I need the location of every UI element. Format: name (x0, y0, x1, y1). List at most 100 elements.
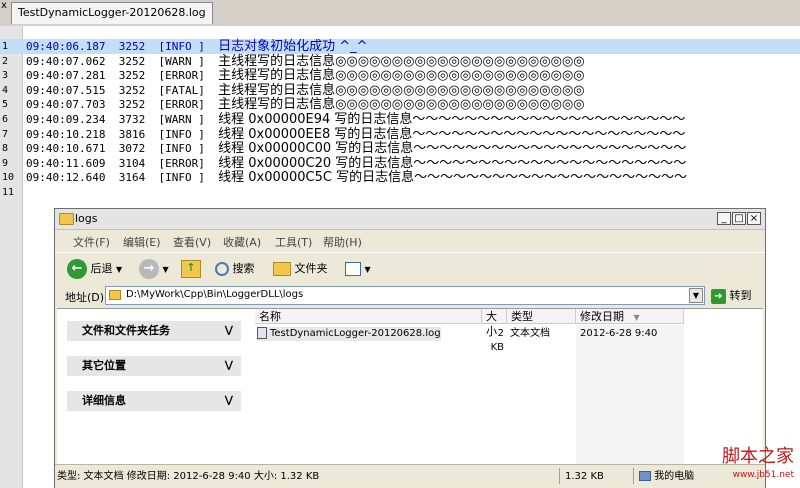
log-level: [ERROR] (158, 69, 205, 83)
address-label: 地址(D) (65, 291, 105, 304)
close-button[interactable]: × (747, 212, 761, 225)
log-level: [FATAL] (158, 83, 205, 97)
menu-view[interactable]: 查看(V) (173, 234, 211, 250)
go-button[interactable]: ➜ 转到 (711, 286, 752, 305)
close-tab-icon[interactable]: x (1, 1, 7, 11)
back-arrow-icon: ← (67, 259, 87, 279)
search-icon (215, 262, 229, 276)
log-text: 09:40:07.062 3252 [WARN ] 主线程写的日志信息◎◎◎◎◎… (26, 54, 585, 69)
explorer-titlebar[interactable]: logs _ □ × (55, 209, 765, 230)
editor-tab-bar: x TestDynamicLogger-20120628.log (0, 0, 800, 27)
task-pane: 文件和文件夹任务 ⋁ 其它位置 ⋁ 详细信息 ⋁ (57, 309, 250, 465)
line-number: 5 (2, 99, 9, 111)
panel-details[interactable]: 详细信息 ⋁ (67, 391, 241, 411)
explorer-window: logs _ □ × 文件(F) 编辑(E) 查看(V) 收藏(A) 工具(T)… (54, 208, 766, 488)
log-msg: 线程 0x00000E94 写的日志信息～～～～～～～～～～～～～～～～～～～～… (218, 112, 686, 127)
log-msg: 主线程写的日志信息◎◎◎◎◎◎◎◎◎◎◎◎◎◎◎◎◎◎◎◎◎◎ (218, 68, 585, 84)
log-line[interactable]: 5 09:40:07.703 3252 [ERROR] 主线程写的日志信息◎◎◎◎… (0, 97, 800, 112)
log-time: 09:40:11.609 (26, 156, 106, 170)
log-tid: 3164 (118, 171, 146, 185)
column-name[interactable]: 名称 (255, 309, 482, 324)
line-number: 3 (2, 70, 9, 82)
log-msg: 线程 0x00000C00 写的日志信息～～～～～～～～～～～～～～～～～～～～… (218, 141, 687, 157)
status-details: 类型: 文本文档 修改日期: 2012-6-28 9:40 大小: 1.32 K… (57, 471, 320, 482)
search-button[interactable]: 搜索 (215, 257, 255, 281)
menu-edit[interactable]: 编辑(E) (123, 234, 161, 250)
maximize-button[interactable]: □ (732, 212, 746, 225)
views-button[interactable]: ▼ (345, 257, 371, 281)
line-number: 11 (2, 187, 15, 198)
log-line-current[interactable]: 1 09:40:06.187 3252 [INFO ] 日志对象初始化成功 ^_^ (0, 39, 800, 54)
line-number: 4 (2, 84, 9, 96)
line-number: 2 (2, 55, 9, 67)
log-line[interactable]: 11 (0, 185, 800, 200)
minimize-button[interactable]: _ (717, 212, 731, 225)
log-line[interactable]: 9 09:40:11.609 3104 [ERROR] 线程 0x00000C20… (0, 156, 800, 171)
log-level: [INFO ] (158, 142, 205, 156)
file-list: 名称 大小 类型 修改日期 ▼ TestDynamicLogger-201206… (250, 309, 763, 465)
log-level: [INFO ] (158, 40, 205, 53)
log-line[interactable]: 7 09:40:10.218 3816 [INFO ] 线程 0x00000EE8… (0, 127, 800, 142)
status-location: 我的电脑 (639, 469, 694, 484)
collapse-chevron-icon[interactable]: ⋁ (225, 356, 233, 376)
log-level: [WARN ] (158, 113, 205, 126)
log-text: 09:40:07.515 3252 [FATAL] 主线程写的日志信息◎◎◎◎◎… (26, 83, 585, 98)
address-dropdown-icon[interactable]: ▼ (689, 288, 703, 303)
explorer-content: 文件和文件夹任务 ⋁ 其它位置 ⋁ 详细信息 ⋁ 名称 大小 类型 修改日期 ▼ (57, 308, 763, 465)
log-line[interactable]: 4 09:40:07.515 3252 [FATAL] 主线程写的日志信息◎◎◎◎… (0, 83, 800, 98)
log-text: 09:40:07.281 3252 [ERROR] 主线程写的日志信息◎◎◎◎◎… (26, 68, 585, 83)
file-modified: 2012-6-28 9:40 (580, 328, 658, 339)
log-tid: 3252 (118, 40, 146, 53)
log-tid: 3252 (118, 83, 146, 97)
file-type: 文本文档 (510, 328, 550, 339)
log-tid: 3072 (118, 142, 146, 156)
forward-arrow-icon: → (139, 259, 159, 279)
folders-button[interactable]: 文件夹 (273, 257, 328, 281)
text-file-icon (257, 327, 267, 339)
line-number: 9 (2, 157, 9, 169)
menu-tools[interactable]: 工具(T) (275, 234, 312, 250)
tab-log-file[interactable]: TestDynamicLogger-20120628.log (11, 2, 213, 24)
log-time: 09:40:06.187 (26, 40, 106, 53)
watermark: 脚本之家 www.jb51.net (722, 446, 794, 481)
log-level: [INFO ] (158, 127, 205, 141)
file-name[interactable]: TestDynamicLogger-20120628.log (257, 327, 441, 341)
log-line[interactable]: 6 09:40:09.234 3732 [WARN ] 线程 0x00000E94… (0, 112, 800, 127)
up-folder-icon: ↑ (181, 260, 201, 278)
log-tid: 3816 (118, 127, 146, 141)
log-line[interactable]: 10 09:40:12.640 3164 [INFO ] 线程 0x00000C5… (0, 170, 800, 185)
menu-file[interactable]: 文件(F) (73, 234, 110, 250)
log-text: 09:40:07.703 3252 [ERROR] 主线程写的日志信息◎◎◎◎◎… (26, 97, 585, 112)
log-time: 09:40:07.281 (26, 69, 106, 83)
line-number: 1 (2, 41, 9, 52)
log-text: 09:40:10.671 3072 [INFO ] 线程 0x00000C00 … (26, 141, 686, 156)
forward-button[interactable]: → ▼ (139, 257, 169, 281)
collapse-chevron-icon[interactable]: ⋁ (225, 321, 233, 341)
column-size[interactable]: 大小 (482, 309, 507, 338)
window-title: logs (75, 212, 98, 225)
status-separator (559, 468, 560, 484)
up-folder-button[interactable]: ↑ (181, 257, 201, 281)
log-time: 09:40:09.234 (26, 113, 106, 126)
log-text: 09:40:11.609 3104 [ERROR] 线程 0x00000C20 … (26, 156, 686, 171)
log-text: 09:40:06.187 3252 [INFO ] 日志对象初始化成功 ^_^ (26, 39, 368, 54)
column-modified[interactable]: 修改日期 ▼ (576, 309, 684, 324)
menu-help[interactable]: 帮助(H) (323, 234, 362, 250)
menu-favorites[interactable]: 收藏(A) (223, 234, 261, 250)
status-size: 1.32 KB (565, 471, 604, 482)
status-bar: 类型: 文本文档 修改日期: 2012-6-28 9:40 大小: 1.32 K… (55, 464, 765, 488)
column-type[interactable]: 类型 (507, 309, 576, 324)
log-line[interactable]: 3 09:40:07.281 3252 [ERROR] 主线程写的日志信息◎◎◎◎… (0, 68, 800, 83)
log-tid: 3252 (118, 69, 146, 83)
folders-icon (273, 262, 291, 276)
address-input[interactable]: D:\MyWork\Cpp\Bin\LoggerDLL\logs ▼ (105, 286, 705, 305)
panel-other-places[interactable]: 其它位置 ⋁ (67, 356, 241, 376)
log-time: 09:40:07.703 (26, 98, 106, 112)
collapse-chevron-icon[interactable]: ⋁ (225, 391, 233, 411)
line-number: 10 (2, 172, 15, 184)
log-line[interactable]: 8 09:40:10.671 3072 [INFO ] 线程 0x00000C00… (0, 141, 800, 156)
status-separator (633, 468, 634, 484)
log-line[interactable]: 2 09:40:07.062 3252 [WARN ] 主线程写的日志信息◎◎◎◎… (0, 54, 800, 69)
back-button[interactable]: ← 后退 ▼ (67, 257, 122, 281)
panel-file-tasks[interactable]: 文件和文件夹任务 ⋁ (67, 321, 241, 341)
